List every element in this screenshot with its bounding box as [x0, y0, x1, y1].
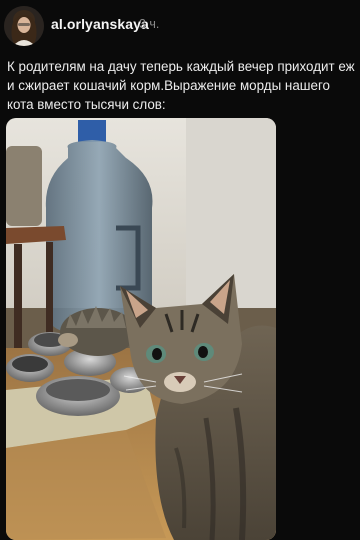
username[interactable]: al.orlyanskaya [51, 16, 149, 32]
post-card: al.orlyanskaya 3 ч. К родителям на дачу … [0, 0, 360, 540]
post-photo[interactable] [6, 118, 276, 540]
post-text: К родителям на дачу теперь каждый вечер … [7, 59, 355, 112]
avatar[interactable] [4, 6, 44, 46]
timestamp: 3 ч. [139, 17, 160, 31]
avatar-image [4, 6, 44, 46]
post-header: al.orlyanskaya 3 ч. [0, 0, 360, 52]
cat-and-hedgehog-photo [6, 118, 276, 540]
